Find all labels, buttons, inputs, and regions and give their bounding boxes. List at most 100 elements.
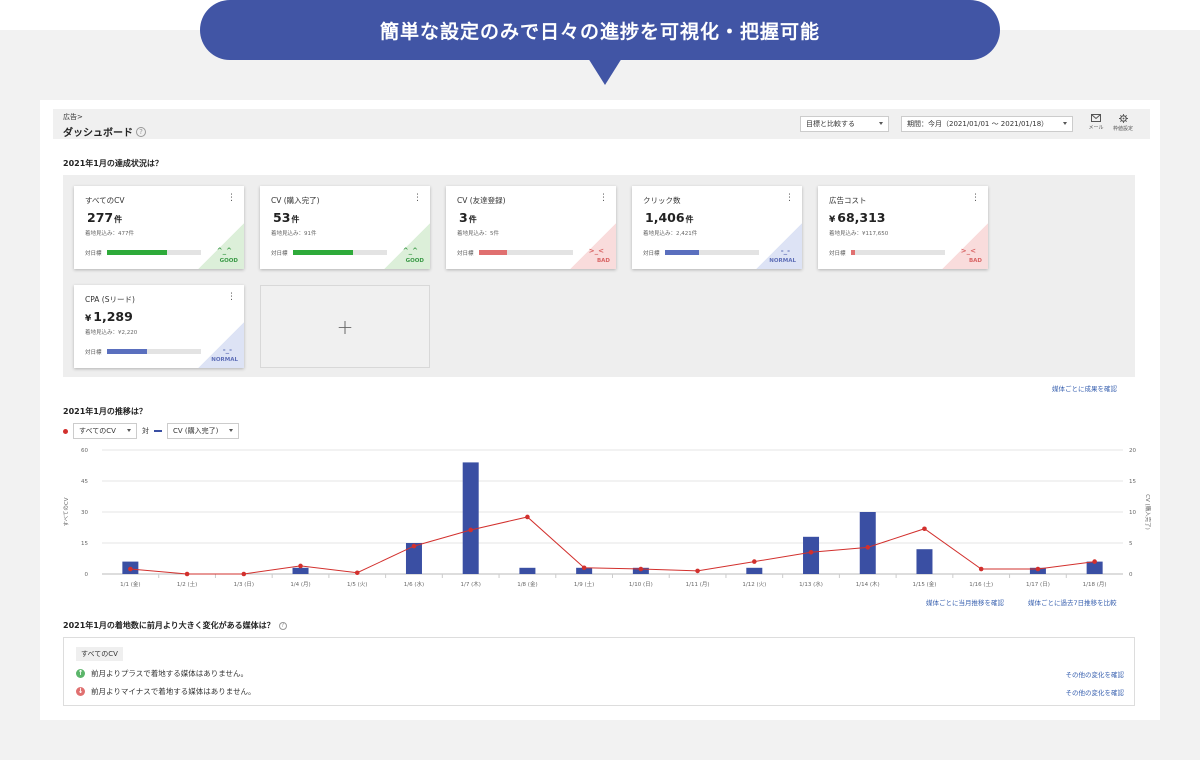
compare-select-value: 目標と比較する: [806, 120, 855, 128]
progress-bar-fill: [851, 250, 855, 255]
compare-7days-link[interactable]: 媒体ごとに過去7日推移を比較: [1028, 597, 1117, 607]
changes-title-text: 2021年1月の着地数に前月より大きく変化がある媒体は？: [63, 621, 275, 630]
kpi-card-forecast: 着地見込み：2,421件: [643, 231, 698, 237]
dashboard-panel: 広告> ダッシュボード ? 目標と比較する 期間：今月（2021/01/01 〜…: [40, 100, 1160, 720]
kpi-card-title: CPA (Sリード): [85, 295, 135, 304]
kpi-card[interactable]: クリック数 ⋮ 1,406件 着地見込み：2,421件 対日標 -_- NORMAL: [632, 186, 802, 269]
changes-box: すべてのCV ↑ 前月よりプラスで着地する媒体はありません。 その他の変化を確認…: [63, 637, 1135, 706]
bar-mark: [859, 512, 876, 574]
page-title-text: ダッシュボード: [63, 128, 133, 139]
line-point: [978, 566, 984, 572]
status-badge: NORMAL: [769, 258, 796, 264]
kpi-card-currency: ¥: [85, 314, 92, 324]
bar-mark: [916, 549, 933, 574]
kpi-card-bar-label: 対日標: [271, 251, 288, 257]
line-point: [184, 571, 190, 577]
x-tick-label: 1/10 (日): [629, 581, 653, 588]
kpi-card-value: ¥1,289: [85, 309, 134, 324]
kpi-card-currency: ¥: [829, 215, 836, 225]
vs-label: 対: [142, 427, 149, 435]
kpi-card[interactable]: CV (友達登録) ⋮ 3件 着地見込み：5件 対日標 >_< BAD: [446, 186, 616, 269]
arrow-down-icon: ↓: [76, 687, 85, 696]
chevron-down-icon: [1063, 122, 1067, 125]
left-series-select[interactable]: すべてのCV: [73, 423, 137, 439]
mail-button[interactable]: メール: [1084, 114, 1108, 131]
x-tick-label: 1/15 (金): [913, 580, 937, 588]
more-vert-icon[interactable]: ⋮: [785, 193, 794, 203]
gear-icon: [1118, 114, 1128, 123]
kpi-card-value: 3件: [457, 210, 477, 225]
y2-tick-label: 10: [1129, 510, 1136, 516]
more-vert-icon[interactable]: ⋮: [599, 193, 608, 203]
chevron-down-icon: [127, 429, 131, 432]
kpi-card-unit: 件: [468, 215, 477, 224]
arrow-up-icon: ↑: [76, 669, 85, 678]
minus-other-changes-link[interactable]: その他の変化を確認: [1066, 687, 1125, 697]
chevron-down-icon: [879, 122, 883, 125]
line-point: [695, 568, 700, 574]
period-select[interactable]: 期間：今月（2021/01/01 〜 2021/01/18）: [901, 116, 1073, 132]
compare-select[interactable]: 目標と比較する: [800, 116, 889, 132]
kpi-card-forecast: 着地見込み：91件: [271, 231, 317, 237]
more-vert-icon[interactable]: ⋮: [227, 292, 236, 302]
bar-mark: [292, 567, 309, 574]
kpi-card-value: 53件: [271, 210, 299, 225]
x-tick-label: 1/9 (土): [574, 580, 594, 588]
more-vert-icon[interactable]: ⋮: [971, 193, 980, 203]
kpi-card-number: 68,313: [837, 210, 886, 225]
period-select-value: 期間：今月（2021/01/01 〜 2021/01/18）: [907, 120, 1049, 128]
right-series-select[interactable]: CV (購入完了): [167, 423, 239, 439]
status-badge: BAD: [596, 258, 610, 264]
x-tick-label: 1/6 (水): [404, 580, 424, 588]
kpi-card-number: 1,406: [645, 210, 685, 225]
monthly-trend-link[interactable]: 媒体ごとに当月推移を確認: [926, 597, 1004, 607]
kpi-card-forecast: 着地見込み：¥117,650: [829, 231, 889, 237]
kpi-card-bar-label: 対日標: [457, 251, 474, 257]
progress-bar-fill: [293, 250, 354, 255]
settings-button[interactable]: 枠値設定: [1111, 114, 1135, 132]
y2-tick-label: 0: [1129, 572, 1133, 578]
banner-pointer: [588, 58, 622, 85]
line-point: [865, 545, 871, 550]
line-point: [1035, 566, 1041, 572]
help-icon[interactable]: ?: [278, 621, 287, 630]
kpi-card-forecast: 着地見込み：477件: [85, 231, 134, 237]
kpi-card-value: ¥68,313: [829, 210, 887, 225]
status-badge: NORMAL: [211, 357, 238, 363]
kpi-card[interactable]: 広告コスト ⋮ ¥68,313 着地見込み：¥117,650 対日標 >_< BAD: [818, 186, 988, 269]
progress-bar: [665, 250, 759, 255]
line-series-path: [130, 516, 1095, 575]
chevron-down-icon: [229, 429, 233, 432]
settings-label: 枠値設定: [1112, 126, 1133, 132]
line-point: [354, 570, 360, 576]
line-point: [298, 563, 303, 569]
progress-bar-fill: [665, 250, 699, 255]
more-vert-icon[interactable]: ⋮: [413, 193, 422, 203]
metric-chip: すべてのCV: [76, 647, 123, 661]
status-face-icon: -_-: [780, 247, 790, 255]
x-tick-label: 1/2 (土): [177, 580, 197, 588]
kpi-card[interactable]: すべてのCV ⋮ 277件 着地見込み：477件 対日標 ^_^ GOOD: [74, 186, 244, 269]
minus-change-row: ↓ 前月よりマイナスで着地する媒体はありません。: [76, 686, 255, 697]
kpi-card[interactable]: CPA (Sリード) ⋮ ¥1,289 着地見込み：¥2,220 対日標 -_- NORMA…: [74, 285, 244, 368]
kpi-card[interactable]: CV (購入完了) ⋮ 53件 着地見込み：91件 対日標 ^_^ GOOD: [260, 186, 430, 269]
help-icon[interactable]: ?: [136, 126, 146, 137]
changes-title: 2021年1月の着地数に前月より大きく変化がある媒体は？ ?: [63, 620, 287, 631]
breadcrumb[interactable]: 広告>: [63, 112, 83, 122]
line-point: [411, 543, 417, 549]
progress-bar: [479, 250, 573, 255]
status-face-icon: -_-: [222, 346, 232, 354]
plus-other-changes-link[interactable]: その他の変化を確認: [1066, 669, 1125, 679]
line-point: [581, 565, 587, 571]
x-tick-label: 1/14 (木): [856, 580, 880, 588]
mail-label: メール: [1088, 125, 1104, 131]
y-tick-label: 15: [81, 541, 88, 547]
kpi-card-unit: 件: [685, 215, 694, 224]
add-card-button[interactable]: +: [260, 285, 430, 368]
media-results-link[interactable]: 媒体ごとに成果を確認: [1052, 383, 1117, 393]
right-series-value: CV (購入完了): [173, 427, 219, 435]
kpi-card-bar-label: 対日標: [85, 350, 102, 356]
y-axis-label: すべてのCV: [63, 497, 70, 526]
kpi-card-bar-label: 対日標: [85, 251, 102, 257]
more-vert-icon[interactable]: ⋮: [227, 193, 236, 203]
